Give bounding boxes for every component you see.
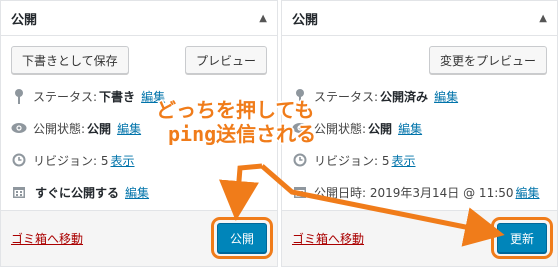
panel-title: 公開 bbox=[11, 12, 38, 28]
annotation-line-1: どっちを押しても bbox=[156, 98, 315, 122]
publish-date-row: 公開日時: 2019年3月14日 @ 11:50 編集 bbox=[292, 176, 547, 208]
calendar-icon bbox=[11, 185, 27, 199]
triangle-up-icon[interactable]: ▲ bbox=[539, 13, 547, 24]
revisions-row: リビジョン: 5 表示 bbox=[11, 144, 267, 176]
visibility-edit-link[interactable]: 編集 bbox=[117, 120, 141, 137]
panel-title: 公開 bbox=[292, 12, 319, 28]
history-icon bbox=[11, 153, 27, 167]
schedule-label: すぐに公開する bbox=[35, 185, 120, 200]
move-to-trash-link[interactable]: ゴミ箱へ移動 bbox=[11, 230, 83, 247]
annotation-line-2: ping送信される bbox=[168, 122, 317, 146]
preview-button[interactable]: プレビュー bbox=[184, 46, 267, 74]
history-icon bbox=[292, 153, 308, 167]
save-draft-button[interactable]: 下書きとして保存 bbox=[11, 46, 129, 74]
calendar-icon bbox=[292, 185, 308, 199]
schedule-edit-link[interactable]: 編集 bbox=[125, 184, 149, 201]
visibility-label: 公開状態: bbox=[33, 121, 86, 136]
update-button[interactable]: 更新 bbox=[490, 217, 554, 259]
visibility-edit-link[interactable]: 編集 bbox=[398, 120, 422, 137]
move-to-trash-link[interactable]: ゴミ箱へ移動 bbox=[292, 230, 364, 247]
pin-icon bbox=[11, 88, 27, 104]
preview-changes-button[interactable]: 変更をプレビュー bbox=[428, 46, 547, 74]
visibility-value: 公開 bbox=[87, 121, 112, 136]
panel-footer: ゴミ箱へ移動 公開 bbox=[1, 210, 277, 266]
publish-button[interactable]: 公開 bbox=[210, 217, 274, 259]
status-value: 下書き bbox=[99, 89, 136, 104]
publish-date-label: 公開日時: 2019年3月14日 @ 11:50 bbox=[314, 185, 514, 200]
eye-icon bbox=[11, 122, 27, 134]
revisions-view-link[interactable]: 表示 bbox=[111, 152, 135, 169]
revisions-label: リビジョン: 5 bbox=[314, 153, 390, 168]
panel-footer: ゴミ箱へ移動 更新 bbox=[282, 210, 557, 266]
revisions-label: リビジョン: 5 bbox=[33, 153, 109, 168]
publish-date-edit-link[interactable]: 編集 bbox=[516, 184, 540, 201]
revisions-row: リビジョン: 5 表示 bbox=[292, 144, 547, 176]
annotation-text: どっちを押しても ping送信される bbox=[156, 98, 386, 146]
triangle-up-icon[interactable]: ▲ bbox=[259, 13, 267, 24]
panel-header[interactable]: 公開 ▲ bbox=[1, 1, 277, 36]
status-edit-link[interactable]: 編集 bbox=[434, 88, 458, 105]
status-value: 公開済み bbox=[380, 89, 429, 104]
status-label: ステータス: bbox=[33, 89, 98, 104]
schedule-row: すぐに公開する 編集 bbox=[11, 176, 267, 208]
panel-header[interactable]: 公開 ▲ bbox=[282, 1, 557, 36]
revisions-view-link[interactable]: 表示 bbox=[392, 152, 416, 169]
